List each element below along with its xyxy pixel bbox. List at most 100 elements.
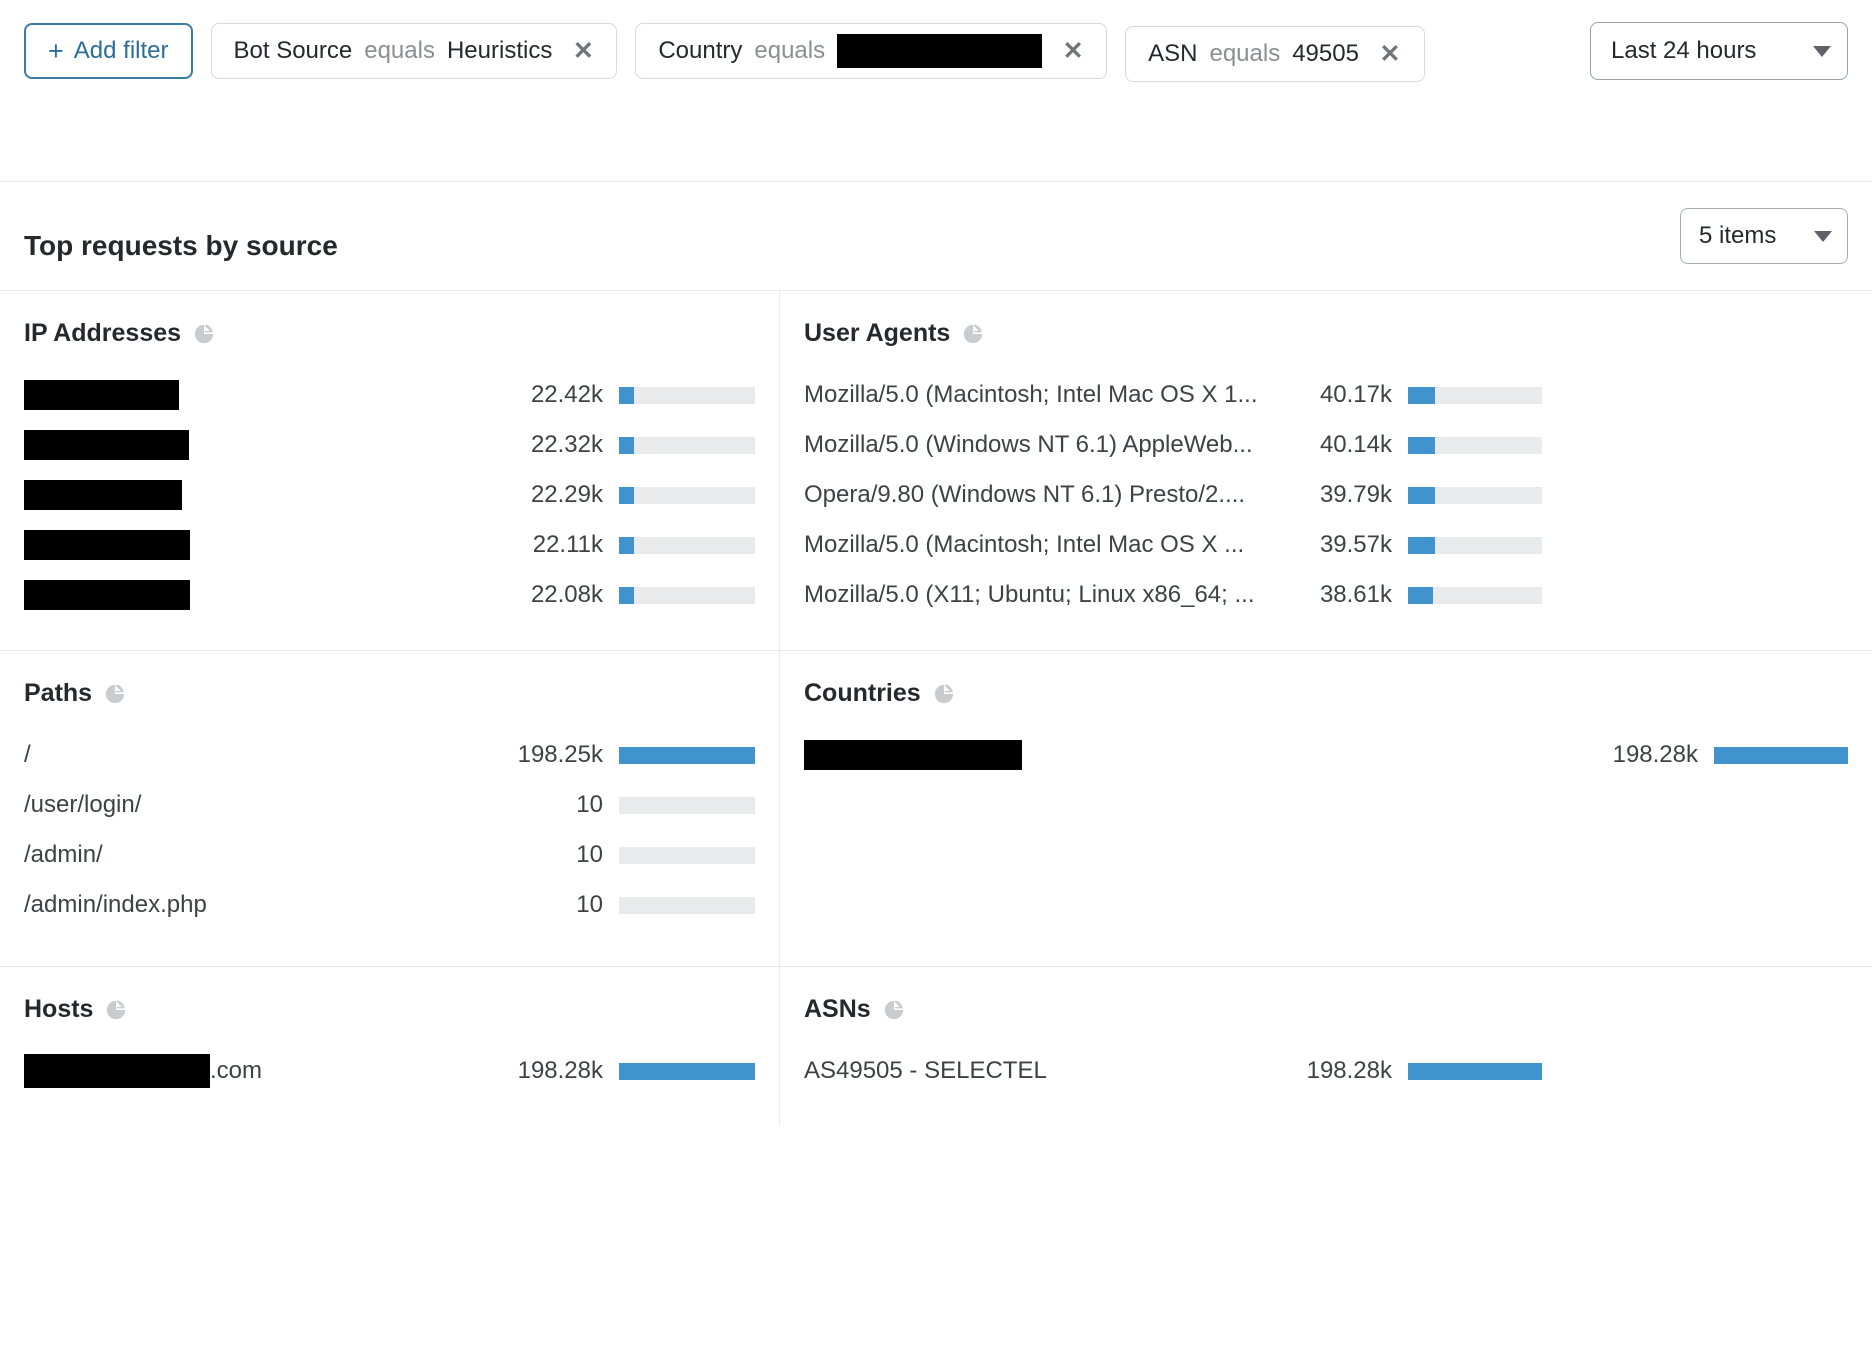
bar-track (1408, 537, 1542, 554)
table-row[interactable]: .com198.28k (24, 1046, 755, 1096)
close-icon[interactable]: ✕ (1377, 42, 1403, 67)
filter-chip-operator: equals (754, 37, 825, 65)
table-row[interactable]: AS49505 - SELECTEL198.28k (804, 1046, 1848, 1096)
table-row[interactable]: /admin/index.php10 (24, 880, 755, 930)
bar-track (1408, 387, 1542, 404)
stat-section-hosts: Hosts .com198.28k (0, 967, 780, 1126)
section-title: ASNs (804, 995, 871, 1024)
plus-icon: + (48, 38, 64, 65)
bar-track (619, 437, 755, 454)
filter-chip-country[interactable]: Country equals ✕ (635, 23, 1107, 79)
row-label-redacted (24, 480, 182, 510)
row-label: Opera/9.80 (Windows NT 6.1) Presto/2.... (804, 481, 1264, 509)
row-value: 40.14k (1264, 431, 1408, 459)
bar-track (619, 747, 755, 764)
row-label: Mozilla/5.0 (X11; Ubuntu; Linux x86_64; … (804, 581, 1264, 609)
section-header: User Agents (804, 319, 1848, 348)
stat-section-asns: ASNs AS49505 - SELECTEL198.28k (780, 967, 1872, 1126)
row-label-redacted (24, 530, 190, 560)
stat-section-paths: Paths/198.25k/user/login/10/admin/10/adm… (0, 651, 780, 967)
row-label-redacted (24, 580, 190, 610)
bar-track (619, 587, 755, 604)
section-title: Countries (804, 679, 921, 708)
row-value: 22.29k (351, 481, 619, 509)
close-icon[interactable]: ✕ (1060, 39, 1086, 64)
filter-chip-operator: equals (364, 37, 435, 65)
filter-chip-row: + Add filter Bot Source equals Heuristic… (24, 20, 1504, 82)
row-label-redacted (804, 740, 1022, 770)
close-icon[interactable]: ✕ (570, 39, 596, 64)
row-label: /admin/ (24, 841, 351, 869)
table-row[interactable]: Mozilla/5.0 (Macintosh; Intel Mac OS X 1… (804, 370, 1848, 420)
stat-section-countries: Countries 198.28k (780, 651, 1872, 967)
bar-fill (1408, 537, 1435, 554)
row-value: 10 (351, 791, 619, 819)
bar-fill (619, 437, 634, 454)
row-label-redacted (24, 380, 179, 410)
bar-track (1408, 587, 1542, 604)
section-header: Countries (804, 679, 1848, 708)
table-row[interactable]: 22.08k (24, 570, 755, 620)
bar-fill (1408, 1063, 1542, 1080)
filter-chip-field: Country (658, 37, 742, 65)
row-value: 198.28k (351, 1057, 619, 1085)
row-label: Mozilla/5.0 (Macintosh; Intel Mac OS X 1… (804, 381, 1264, 409)
row-label: AS49505 - SELECTEL (804, 1057, 1264, 1085)
filter-chip-bot-source[interactable]: Bot Source equals Heuristics ✕ (211, 23, 618, 79)
bar-track (1408, 437, 1542, 454)
page-title: Top requests by source (24, 230, 338, 262)
row-value: 22.08k (351, 581, 619, 609)
time-range-value: Last 24 hours (1611, 37, 1756, 65)
pie-chart-icon[interactable] (883, 999, 905, 1021)
table-row[interactable]: /198.25k (24, 730, 755, 780)
table-row[interactable]: 22.11k (24, 520, 755, 570)
row-label: / (24, 741, 351, 769)
items-count-value: 5 items (1699, 222, 1776, 250)
items-count-select[interactable]: 5 items (1680, 208, 1848, 264)
table-row[interactable]: Mozilla/5.0 (X11; Ubuntu; Linux x86_64; … (804, 570, 1848, 620)
row-label: /user/login/ (24, 791, 351, 819)
section-header: IP Addresses (24, 319, 755, 348)
pie-chart-icon[interactable] (105, 999, 127, 1021)
stat-section-user-agents: User Agents Mozilla/5.0 (Macintosh; Intel… (780, 291, 1872, 651)
row-value: 10 (351, 891, 619, 919)
bar-fill (1408, 437, 1435, 454)
row-value: 39.57k (1264, 531, 1408, 559)
pie-chart-icon[interactable] (962, 323, 984, 345)
filter-chip-operator: equals (1209, 40, 1280, 68)
add-filter-label: Add filter (74, 37, 169, 65)
table-row[interactable]: Mozilla/5.0 (Windows NT 6.1) AppleWeb...… (804, 420, 1848, 470)
bar-fill (619, 587, 634, 604)
row-label: Mozilla/5.0 (Windows NT 6.1) AppleWeb... (804, 431, 1264, 459)
row-value: 39.79k (1264, 481, 1408, 509)
table-row[interactable]: Opera/9.80 (Windows NT 6.1) Presto/2....… (804, 470, 1848, 520)
stats-grid: IP Addresses 22.42k22.32k 22.29k 22.11k 22.0… (0, 290, 1872, 1126)
bar-fill (1408, 387, 1435, 404)
filter-bar: + Add filter Bot Source equals Heuristic… (0, 0, 1872, 182)
table-row[interactable]: /admin/10 (24, 830, 755, 880)
row-label-redacted (24, 430, 189, 460)
section-title: User Agents (804, 319, 950, 348)
pie-chart-icon[interactable] (193, 323, 215, 345)
table-row[interactable]: /user/login/10 (24, 780, 755, 830)
section-title: Hosts (24, 995, 93, 1024)
bar-track (1408, 487, 1542, 504)
table-row[interactable]: 22.29k (24, 470, 755, 520)
pie-chart-icon[interactable] (933, 683, 955, 705)
bar-track (619, 897, 755, 914)
bar-track (619, 487, 755, 504)
time-range-select[interactable]: Last 24 hours (1590, 22, 1848, 80)
table-row[interactable]: 198.28k (804, 730, 1848, 780)
row-label: .com (24, 1054, 351, 1088)
add-filter-button[interactable]: + Add filter (24, 23, 193, 79)
bar-track (1408, 1063, 1542, 1080)
filter-chip-value: Heuristics (447, 37, 552, 65)
filter-chip-asn[interactable]: ASN equals 49505 ✕ (1125, 26, 1425, 82)
table-row[interactable]: 22.32k (24, 420, 755, 470)
bar-fill (619, 487, 634, 504)
table-row[interactable]: 22.42k (24, 370, 755, 420)
pie-chart-icon[interactable] (104, 683, 126, 705)
table-row[interactable]: Mozilla/5.0 (Macintosh; Intel Mac OS X .… (804, 520, 1848, 570)
bar-track (619, 1063, 755, 1080)
section-header: Paths (24, 679, 755, 708)
